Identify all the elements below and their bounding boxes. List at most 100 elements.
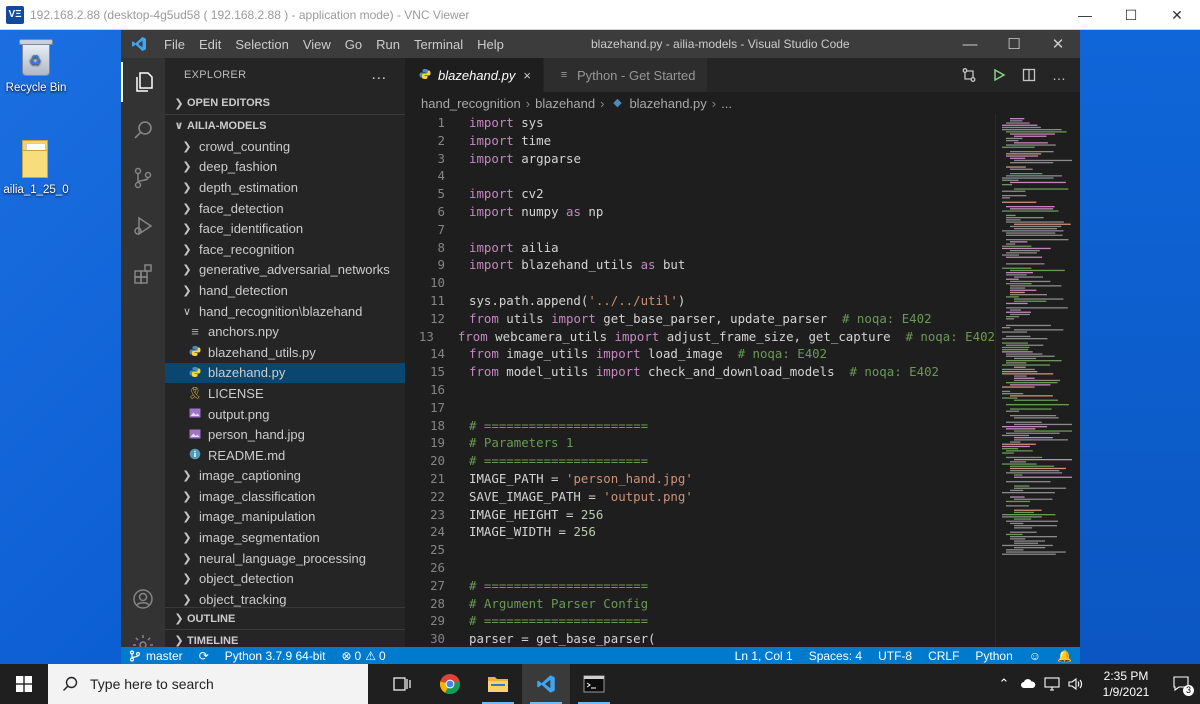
tree-folder[interactable]: ❯ object_detection: [165, 568, 405, 589]
python-interpreter-status[interactable]: Python 3.7.9 64-bit: [217, 649, 334, 663]
tree-folder[interactable]: ∨ hand_recognition \ blazehand: [165, 301, 405, 322]
task-view-icon[interactable]: [378, 664, 426, 704]
chevron-right-icon: ❯: [182, 470, 192, 483]
action-center-icon[interactable]: 3: [1164, 664, 1200, 704]
git-branch-status[interactable]: master: [121, 649, 191, 663]
menu-go[interactable]: Go: [338, 37, 369, 52]
minimap[interactable]: [995, 114, 1080, 647]
tree-folder[interactable]: ❯ face_recognition: [165, 239, 405, 260]
split-editor-icon[interactable]: [1014, 68, 1044, 82]
search-icon: [63, 676, 78, 691]
taskbar-search-input[interactable]: [90, 676, 340, 692]
vnc-maximize-button[interactable]: ☐: [1108, 0, 1154, 30]
more-actions-icon[interactable]: …: [1044, 67, 1074, 83]
search-icon[interactable]: [121, 110, 165, 150]
tree-file[interactable]: person_hand.jpg: [165, 424, 405, 445]
taskbar-search-box[interactable]: [48, 664, 368, 704]
vscode-close-button[interactable]: ✕: [1036, 30, 1080, 58]
tree-item-label: hand_detection: [199, 282, 288, 298]
encoding-status[interactable]: UTF-8: [870, 649, 920, 663]
minimap-line: [1002, 445, 1030, 448]
tree-folder[interactable]: ❯ image_captioning: [165, 466, 405, 487]
tree-folder[interactable]: ❯ hand_detection: [165, 280, 405, 301]
open-editors-section[interactable]: ❯ OPEN EDITORS: [165, 92, 405, 114]
file-explorer-icon[interactable]: [474, 664, 522, 704]
explorer-icon[interactable]: [121, 62, 165, 102]
clock-date: 1/9/2021: [1102, 685, 1150, 699]
cursor-position-status[interactable]: Ln 1, Col 1: [727, 649, 801, 663]
terminal-icon[interactable]: [570, 664, 618, 704]
taskbar-clock[interactable]: 2:35 PM 1/9/2021: [1088, 668, 1164, 700]
tree-folder[interactable]: ❯ depth_estimation: [165, 177, 405, 198]
minimap-line: [1006, 252, 1037, 254]
tree-folder[interactable]: ❯ generative_adversarial_networks: [165, 260, 405, 281]
desktop-icon-recycle-bin[interactable]: ♻ Recycle Bin: [0, 38, 76, 94]
menu-edit[interactable]: Edit: [192, 37, 228, 52]
network-icon[interactable]: [1040, 677, 1064, 691]
tree-folder[interactable]: ❯ deep_fashion: [165, 157, 405, 178]
breadcrumb-item[interactable]: blazehand.py: [629, 96, 706, 111]
chevron-up-icon[interactable]: ⌃: [992, 676, 1016, 692]
tree-folder[interactable]: ❯ crowd_counting: [165, 136, 405, 157]
menu-help[interactable]: Help: [470, 37, 511, 52]
indentation-status[interactable]: Spaces: 4: [801, 649, 870, 663]
menu-file[interactable]: File: [157, 37, 192, 52]
menu-selection[interactable]: Selection: [228, 37, 295, 52]
vscode-taskbar-icon[interactable]: [522, 664, 570, 704]
tree-folder[interactable]: ❯ face_detection: [165, 198, 405, 219]
desktop-icon-folder[interactable]: ailia_1_25_0: [0, 140, 76, 196]
feedback-icon[interactable]: ☺: [1021, 649, 1049, 663]
outline-section[interactable]: ❯ OUTLINE: [165, 607, 405, 629]
onedrive-cloud-icon[interactable]: [1016, 679, 1040, 689]
account-icon[interactable]: [121, 579, 165, 619]
eol-status[interactable]: CRLF: [920, 649, 967, 663]
tree-file[interactable]: ≡ anchors.npy: [165, 321, 405, 342]
breadcrumb-item[interactable]: ...: [721, 96, 732, 111]
vnc-minimize-button[interactable]: —: [1062, 0, 1108, 30]
minimap-line: [1010, 120, 1023, 122]
open-changes-icon[interactable]: [954, 67, 984, 83]
start-button[interactable]: [0, 664, 48, 704]
tab-blazehand-py[interactable]: blazehand.py ×: [405, 58, 544, 92]
minimap-line: [1014, 511, 1034, 514]
notifications-bell-icon[interactable]: 🔔: [1049, 649, 1080, 663]
code-line: 15 from model_utils import check_and_down…: [405, 363, 995, 381]
code-editor[interactable]: 1 import sys 2 import time 3 import argparse 4…: [405, 114, 995, 647]
minimap-line: [1002, 126, 1041, 129]
tree-file[interactable]: 🎗 LICENSE: [165, 383, 405, 404]
chrome-icon[interactable]: [426, 664, 474, 704]
vnc-close-button[interactable]: ✕: [1154, 0, 1200, 30]
run-file-icon[interactable]: [984, 68, 1014, 82]
breadcrumb-item[interactable]: blazehand: [535, 96, 595, 111]
project-section[interactable]: ∨ AILIA-MODELS: [165, 114, 405, 136]
source-control-icon[interactable]: [121, 158, 165, 198]
tree-folder[interactable]: ❯ face_identification: [165, 218, 405, 239]
tree-folder[interactable]: ❯ image_classification: [165, 486, 405, 507]
tab-python-get-started[interactable]: ≡ Python - Get Started: [543, 58, 709, 92]
menu-view[interactable]: View: [296, 37, 338, 52]
tree-file[interactable]: output.png: [165, 404, 405, 425]
menu-terminal[interactable]: Terminal: [407, 37, 470, 52]
menu-run[interactable]: Run: [369, 37, 407, 52]
close-icon[interactable]: ×: [523, 68, 531, 83]
minimap-line: [1002, 390, 1011, 393]
tree-file[interactable]: blazehand_utils.py: [165, 342, 405, 363]
tree-file[interactable]: blazehand.py: [165, 362, 405, 384]
code-token: sys: [513, 115, 544, 130]
extensions-icon[interactable]: [121, 254, 165, 294]
more-actions-icon[interactable]: …: [371, 66, 387, 84]
run-debug-icon[interactable]: [121, 206, 165, 246]
tree-folder[interactable]: ❯ neural_language_processing: [165, 548, 405, 569]
vscode-maximize-button[interactable]: ☐: [992, 30, 1036, 58]
minimap-line: [1006, 274, 1027, 276]
sync-icon[interactable]: ⟳: [191, 649, 217, 663]
minimap-line: [1010, 313, 1030, 316]
vscode-minimize-button[interactable]: —: [948, 30, 992, 58]
tree-folder[interactable]: ❯ image_segmentation: [165, 527, 405, 548]
breadcrumb-item[interactable]: hand_recognition: [421, 96, 521, 111]
language-mode-status[interactable]: Python: [967, 649, 1020, 663]
tree-file[interactable]: README.md: [165, 445, 405, 466]
tree-folder[interactable]: ❯ image_manipulation: [165, 507, 405, 528]
problems-status[interactable]: ⊗ 0 ⚠ 0: [333, 649, 393, 663]
volume-icon[interactable]: [1064, 677, 1088, 691]
